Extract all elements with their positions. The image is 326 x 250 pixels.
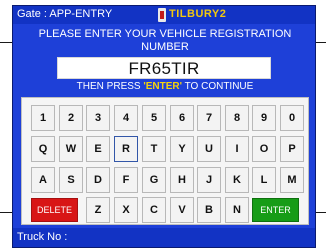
key-a[interactable]: A xyxy=(31,167,55,193)
key-j[interactable]: J xyxy=(197,167,221,193)
key-5[interactable]: 5 xyxy=(142,105,166,131)
tilbury-logo: TILBURY2 xyxy=(158,8,226,22)
truck-footer-bar: Truck No : xyxy=(13,228,315,247)
key-o[interactable]: O xyxy=(252,136,276,162)
key-u[interactable]: U xyxy=(197,136,221,162)
kiosk-display: Gate : APP-ENTRY TILBURY2 PLEASE ENTER Y… xyxy=(0,0,326,250)
bezel-line xyxy=(0,212,12,213)
registration-value: FR65TIR xyxy=(128,59,200,78)
bezel-line xyxy=(316,212,326,213)
instruction-suffix: TO CONTINUE xyxy=(182,81,254,92)
delete-key[interactable]: DELETE xyxy=(31,198,78,222)
gate-label: Gate : APP-ENTRY xyxy=(17,8,113,20)
key-k[interactable]: K xyxy=(225,167,249,193)
key-0[interactable]: 0 xyxy=(280,105,304,131)
bezel-line xyxy=(316,42,326,43)
key-2[interactable]: 2 xyxy=(59,105,83,131)
key-7[interactable]: 7 xyxy=(197,105,221,131)
key-x[interactable]: X xyxy=(114,197,138,223)
gate-header-bar: Gate : APP-ENTRY TILBURY2 xyxy=(13,6,315,24)
registration-input[interactable]: FR65TIR xyxy=(57,57,271,79)
key-d[interactable]: D xyxy=(86,167,110,193)
key-w[interactable]: W xyxy=(59,136,83,162)
instruction-prefix: THEN PRESS xyxy=(76,81,144,92)
key-n[interactable]: N xyxy=(225,197,249,223)
continue-instruction: THEN PRESS 'ENTER' TO CONTINUE xyxy=(13,81,315,92)
logo-text: TILBURY2 xyxy=(169,8,227,20)
key-1[interactable]: 1 xyxy=(31,105,55,131)
key-h[interactable]: H xyxy=(170,167,194,193)
key-b[interactable]: B xyxy=(197,197,221,223)
key-9[interactable]: 9 xyxy=(252,105,276,131)
key-i[interactable]: I xyxy=(225,136,249,162)
entry-screen: Gate : APP-ENTRY TILBURY2 PLEASE ENTER Y… xyxy=(12,5,316,248)
key-3[interactable]: 3 xyxy=(86,105,110,131)
key-v[interactable]: V xyxy=(170,197,194,223)
key-r[interactable]: R xyxy=(114,136,138,162)
on-screen-keyboard: 1 2 3 4 5 6 7 8 9 0 Q W E R T Y U I O P A S D F G H J K L M DELETE Z X C V… xyxy=(21,97,309,225)
key-t[interactable]: T xyxy=(142,136,166,162)
prompt-line-1: PLEASE ENTER YOUR VEHICLE REGISTRATION xyxy=(38,28,292,40)
key-f[interactable]: F xyxy=(114,167,138,193)
truck-number-label: Truck No : xyxy=(17,231,68,243)
key-g[interactable]: G xyxy=(142,167,166,193)
instruction-enter-highlight: 'ENTER' xyxy=(143,81,183,92)
enter-key[interactable]: ENTER xyxy=(252,198,299,222)
bezel-line xyxy=(0,42,12,43)
key-p[interactable]: P xyxy=(280,136,304,162)
logo-mark-icon xyxy=(158,8,166,22)
key-m[interactable]: M xyxy=(280,167,304,193)
prompt-line-2: NUMBER xyxy=(141,41,189,53)
key-e[interactable]: E xyxy=(86,136,110,162)
key-y[interactable]: Y xyxy=(170,136,194,162)
key-8[interactable]: 8 xyxy=(225,105,249,131)
key-q[interactable]: Q xyxy=(31,136,55,162)
key-6[interactable]: 6 xyxy=(170,105,194,131)
key-l[interactable]: L xyxy=(252,167,276,193)
key-z[interactable]: Z xyxy=(86,197,110,223)
key-4[interactable]: 4 xyxy=(114,105,138,131)
key-c[interactable]: C xyxy=(142,197,166,223)
key-s[interactable]: S xyxy=(59,167,83,193)
